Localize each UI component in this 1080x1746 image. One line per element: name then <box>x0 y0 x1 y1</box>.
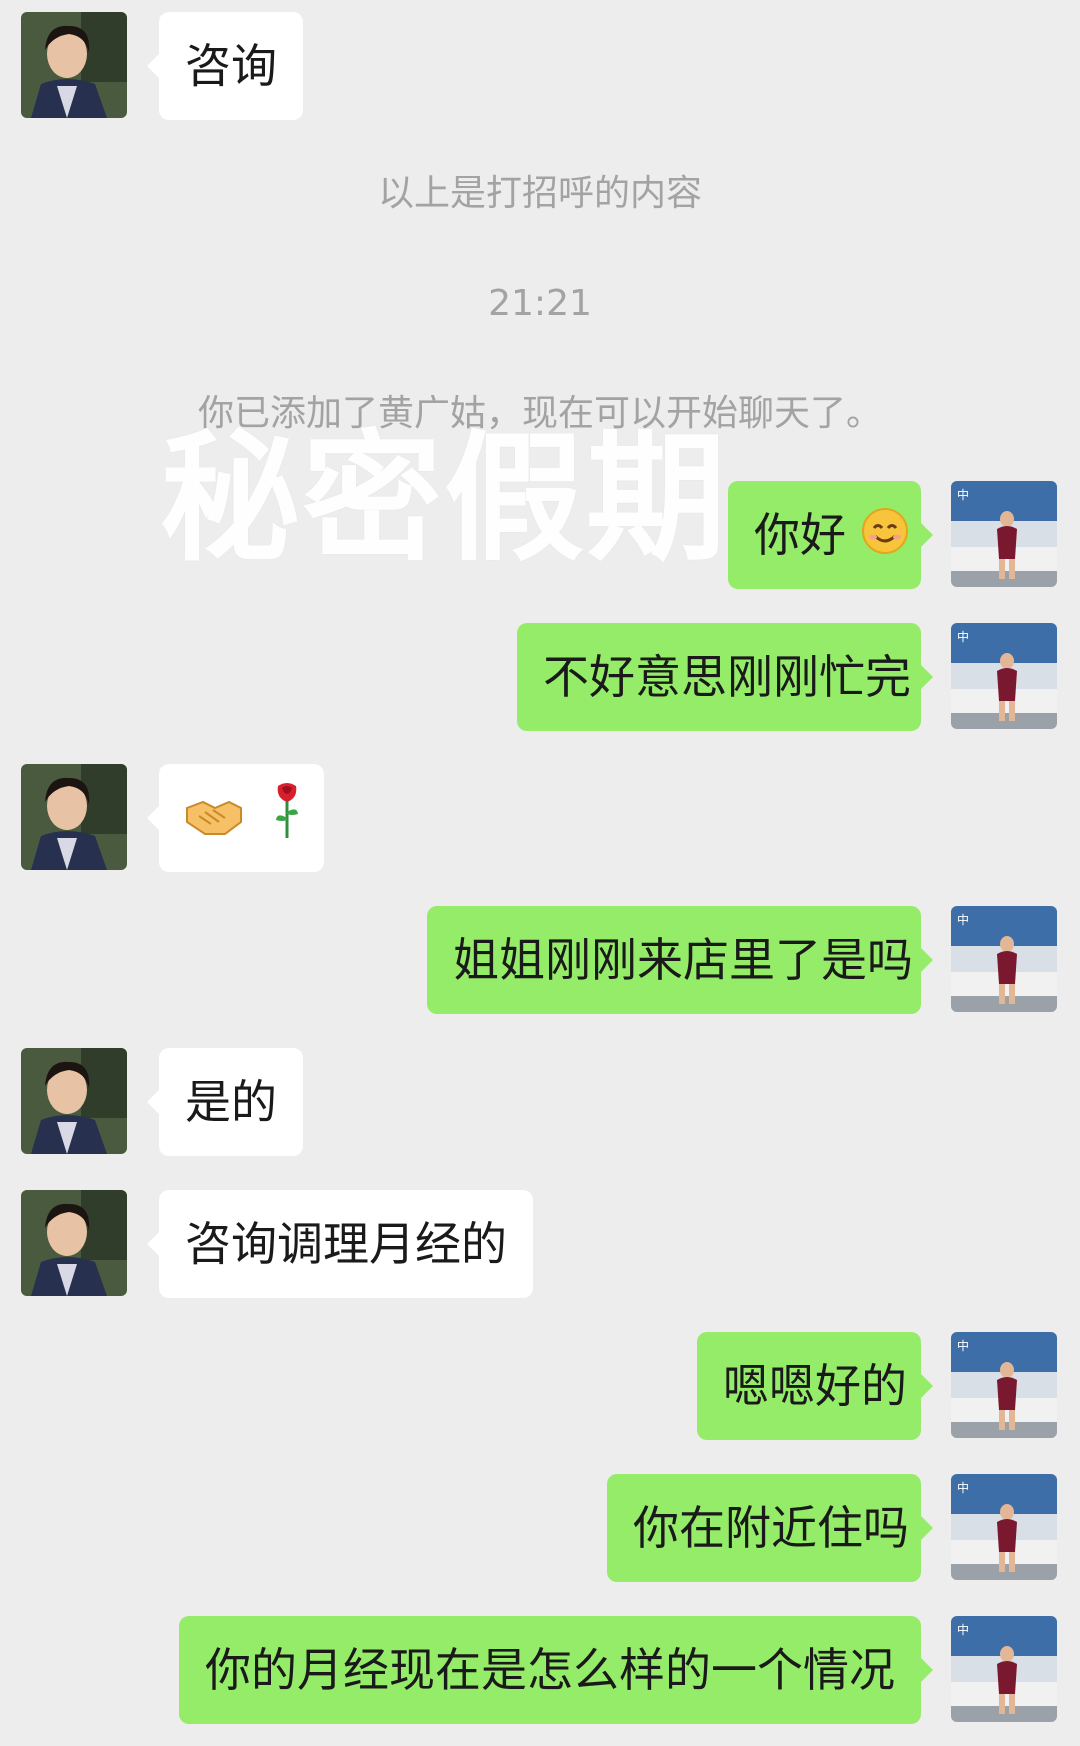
svg-text:中: 中 <box>957 912 969 927</box>
woman-portrait-icon <box>21 12 127 118</box>
timestamp: 21:21 <box>488 283 592 324</box>
contact-avatar[interactable] <box>21 764 127 870</box>
received-message[interactable]: 咨询调理月经的 <box>147 1190 533 1298</box>
contact-avatar[interactable] <box>21 1048 127 1154</box>
my-avatar[interactable]: 中 <box>951 623 1057 729</box>
received-message[interactable]: 是的 <box>147 1048 303 1156</box>
svg-text:中: 中 <box>957 1622 969 1637</box>
message-text: 嗯嗯好的 <box>723 1359 907 1413</box>
message-text: 咨询调理月经的 <box>185 1217 507 1271</box>
my-avatar[interactable]: 中 <box>951 1332 1057 1438</box>
received-message[interactable]: 咨询 <box>147 12 303 120</box>
my-avatar[interactable]: 中 <box>951 481 1057 587</box>
woman-in-room-icon: 中 <box>951 1616 1057 1722</box>
watermark-text: 秘密假期 <box>160 418 729 581</box>
sent-message[interactable]: 你的月经现在是怎么样的一个情况 <box>179 1616 933 1724</box>
sent-message[interactable]: 姐姐刚刚来店里了是吗 <box>427 906 933 1014</box>
svg-text:中: 中 <box>957 1480 969 1495</box>
message-text: 你好 <box>754 508 846 562</box>
contact-avatar[interactable] <box>21 1190 127 1296</box>
woman-portrait-icon <box>21 1190 127 1296</box>
sent-message[interactable]: 你在附近住吗 <box>607 1474 933 1582</box>
woman-portrait-icon <box>21 1048 127 1154</box>
svg-text:中: 中 <box>957 629 969 644</box>
smiling-face-icon <box>861 485 909 593</box>
my-avatar[interactable]: 中 <box>951 1616 1057 1722</box>
woman-in-room-icon: 中 <box>951 1474 1057 1580</box>
svg-text:中: 中 <box>957 1338 969 1353</box>
message-text: 不好意思刚刚忙完 <box>543 650 911 704</box>
my-avatar[interactable]: 中 <box>951 906 1057 1012</box>
handshake-icon <box>185 768 243 876</box>
sent-message[interactable]: 不好意思刚刚忙完 <box>517 623 933 731</box>
greeting-note: 以上是打招呼的内容 <box>377 173 702 214</box>
contact-avatar[interactable] <box>21 12 127 118</box>
woman-in-room-icon: 中 <box>951 623 1057 729</box>
sent-message[interactable]: 嗯嗯好的 <box>697 1332 933 1440</box>
svg-text:中: 中 <box>957 487 969 502</box>
woman-in-room-icon: 中 <box>951 1332 1057 1438</box>
woman-in-room-icon: 中 <box>951 481 1057 587</box>
message-text: 姐姐刚刚来店里了是吗 <box>453 933 913 987</box>
woman-portrait-icon <box>21 764 127 870</box>
woman-in-room-icon: 中 <box>951 906 1057 1012</box>
my-avatar[interactable]: 中 <box>951 1474 1057 1580</box>
message-text: 你在附近住吗 <box>633 1501 909 1555</box>
sent-message[interactable]: 你好 <box>728 481 933 589</box>
received-message[interactable] <box>147 764 324 872</box>
rose-icon <box>272 768 302 876</box>
message-text: 你的月经现在是怎么样的一个情况 <box>205 1643 895 1697</box>
message-text: 是的 <box>185 1075 277 1129</box>
message-text: 咨询 <box>185 39 277 93</box>
